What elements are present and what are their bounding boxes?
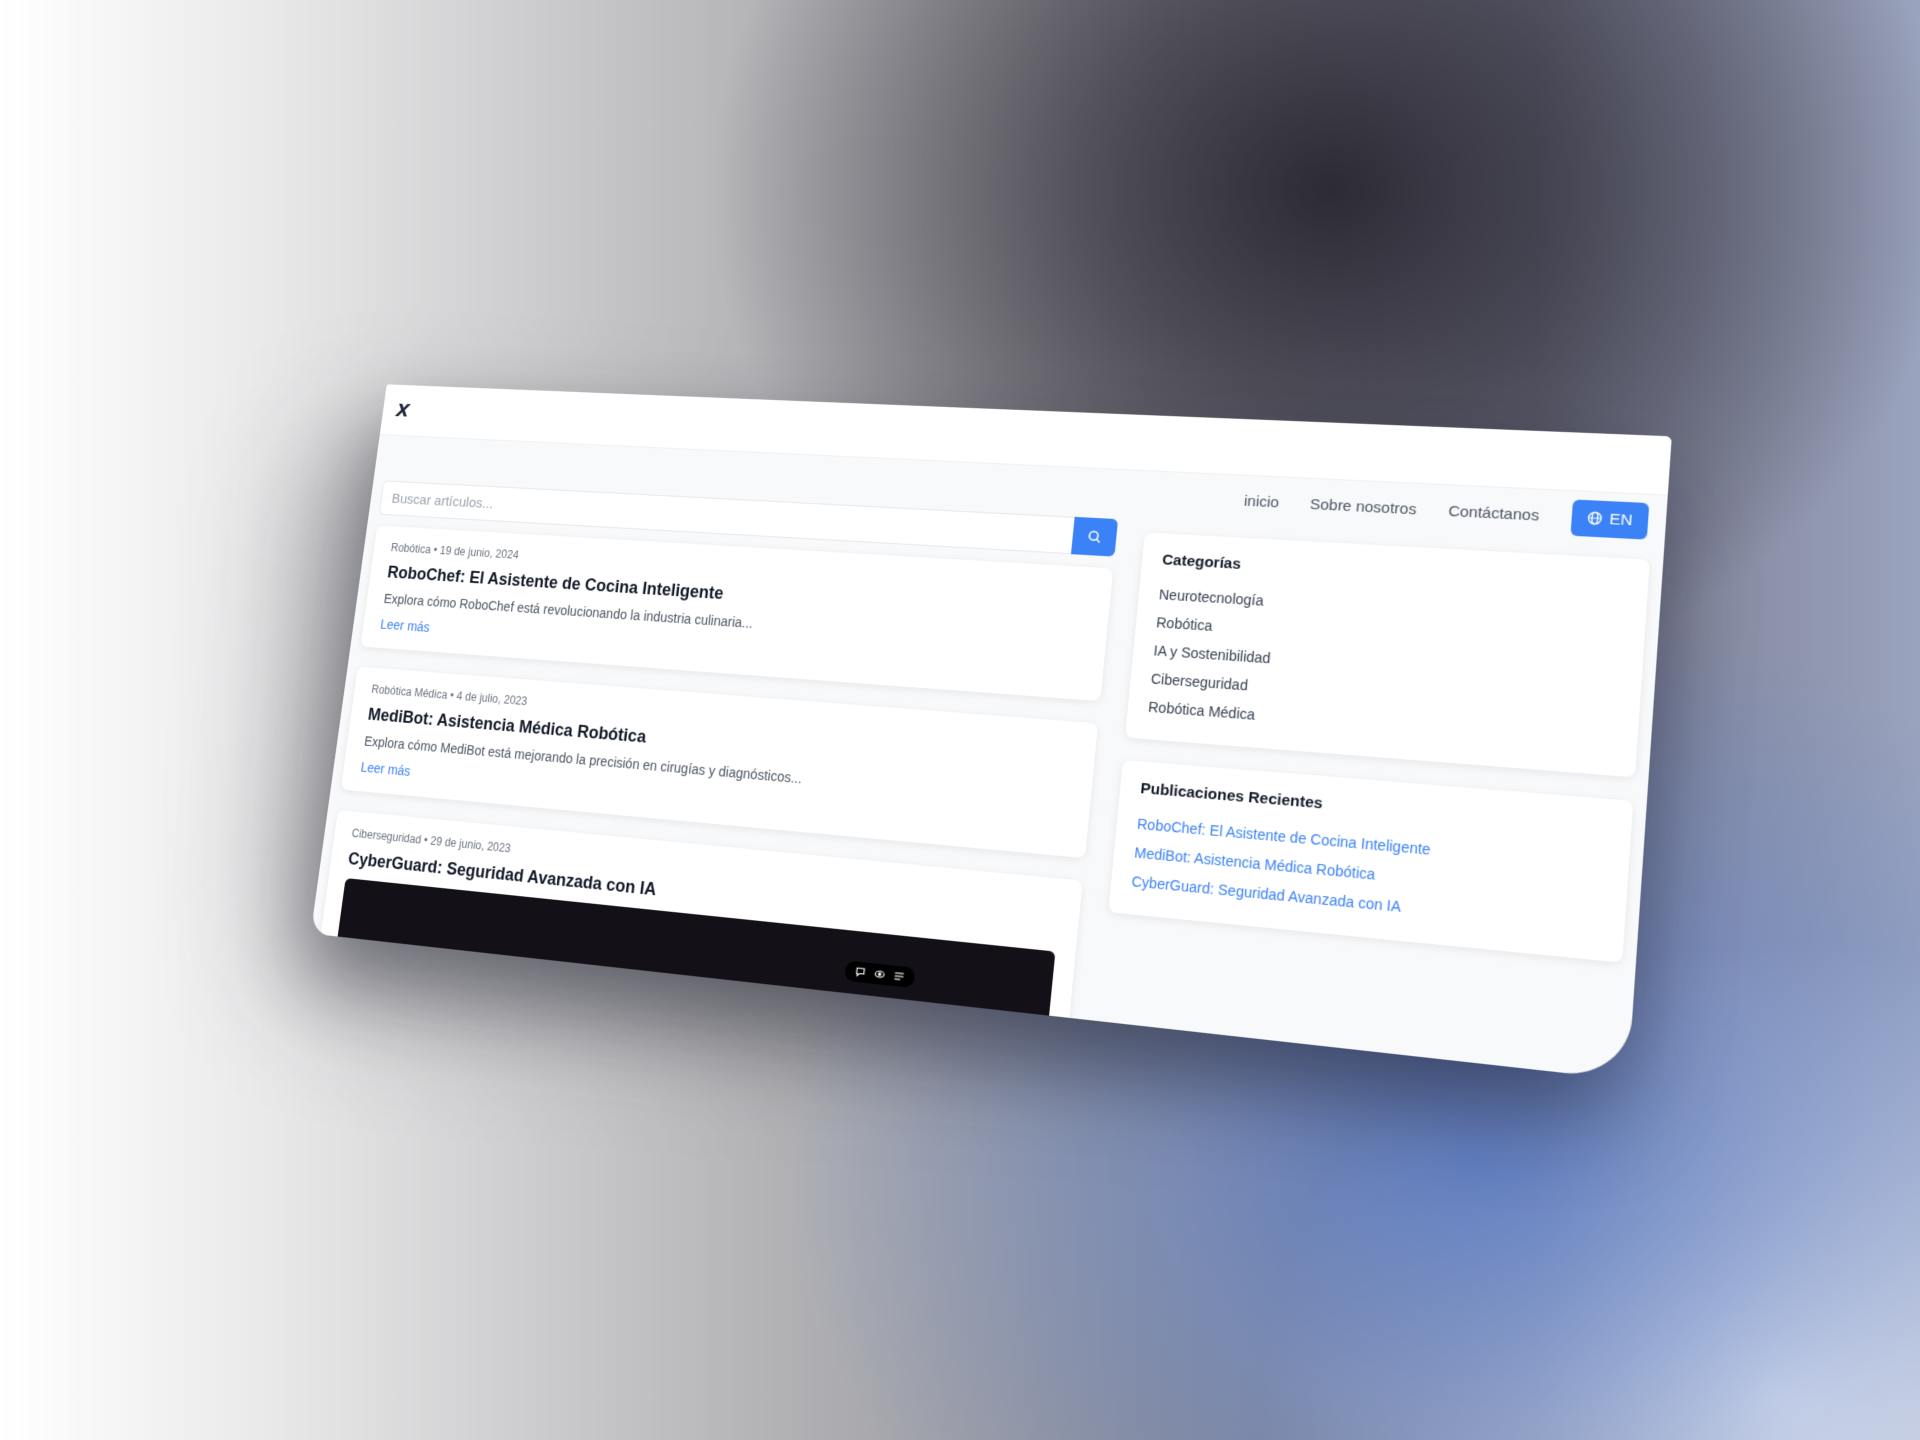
nav-contactanos[interactable]: Contáctanos (1448, 502, 1540, 524)
nav-sobre-nosotros[interactable]: Sobre nosotros (1309, 495, 1417, 517)
read-more-link[interactable]: Leer más (360, 759, 411, 778)
eye-icon[interactable] (873, 968, 886, 981)
search-button[interactable] (1070, 516, 1119, 557)
categories-panel: Categorías Neurotecnología Robótica IA y… (1125, 532, 1650, 778)
nav-inicio[interactable]: inicio (1243, 492, 1280, 511)
globe-icon (1587, 511, 1603, 526)
read-more-link[interactable]: Leer más (380, 617, 431, 635)
search-icon (1087, 529, 1102, 544)
recent-posts-panel: Publicaciones Recientes RoboChef: El Asi… (1108, 759, 1634, 963)
language-button[interactable]: EN (1570, 498, 1650, 540)
language-label: EN (1608, 510, 1634, 529)
floating-toolbar (843, 960, 916, 989)
sidebar: Categorías Neurotecnología Robótica IA y… (1091, 521, 1651, 1080)
site-logo[interactable]: X (395, 399, 411, 421)
chat-icon[interactable] (854, 965, 867, 978)
menu-icon[interactable] (893, 970, 906, 983)
